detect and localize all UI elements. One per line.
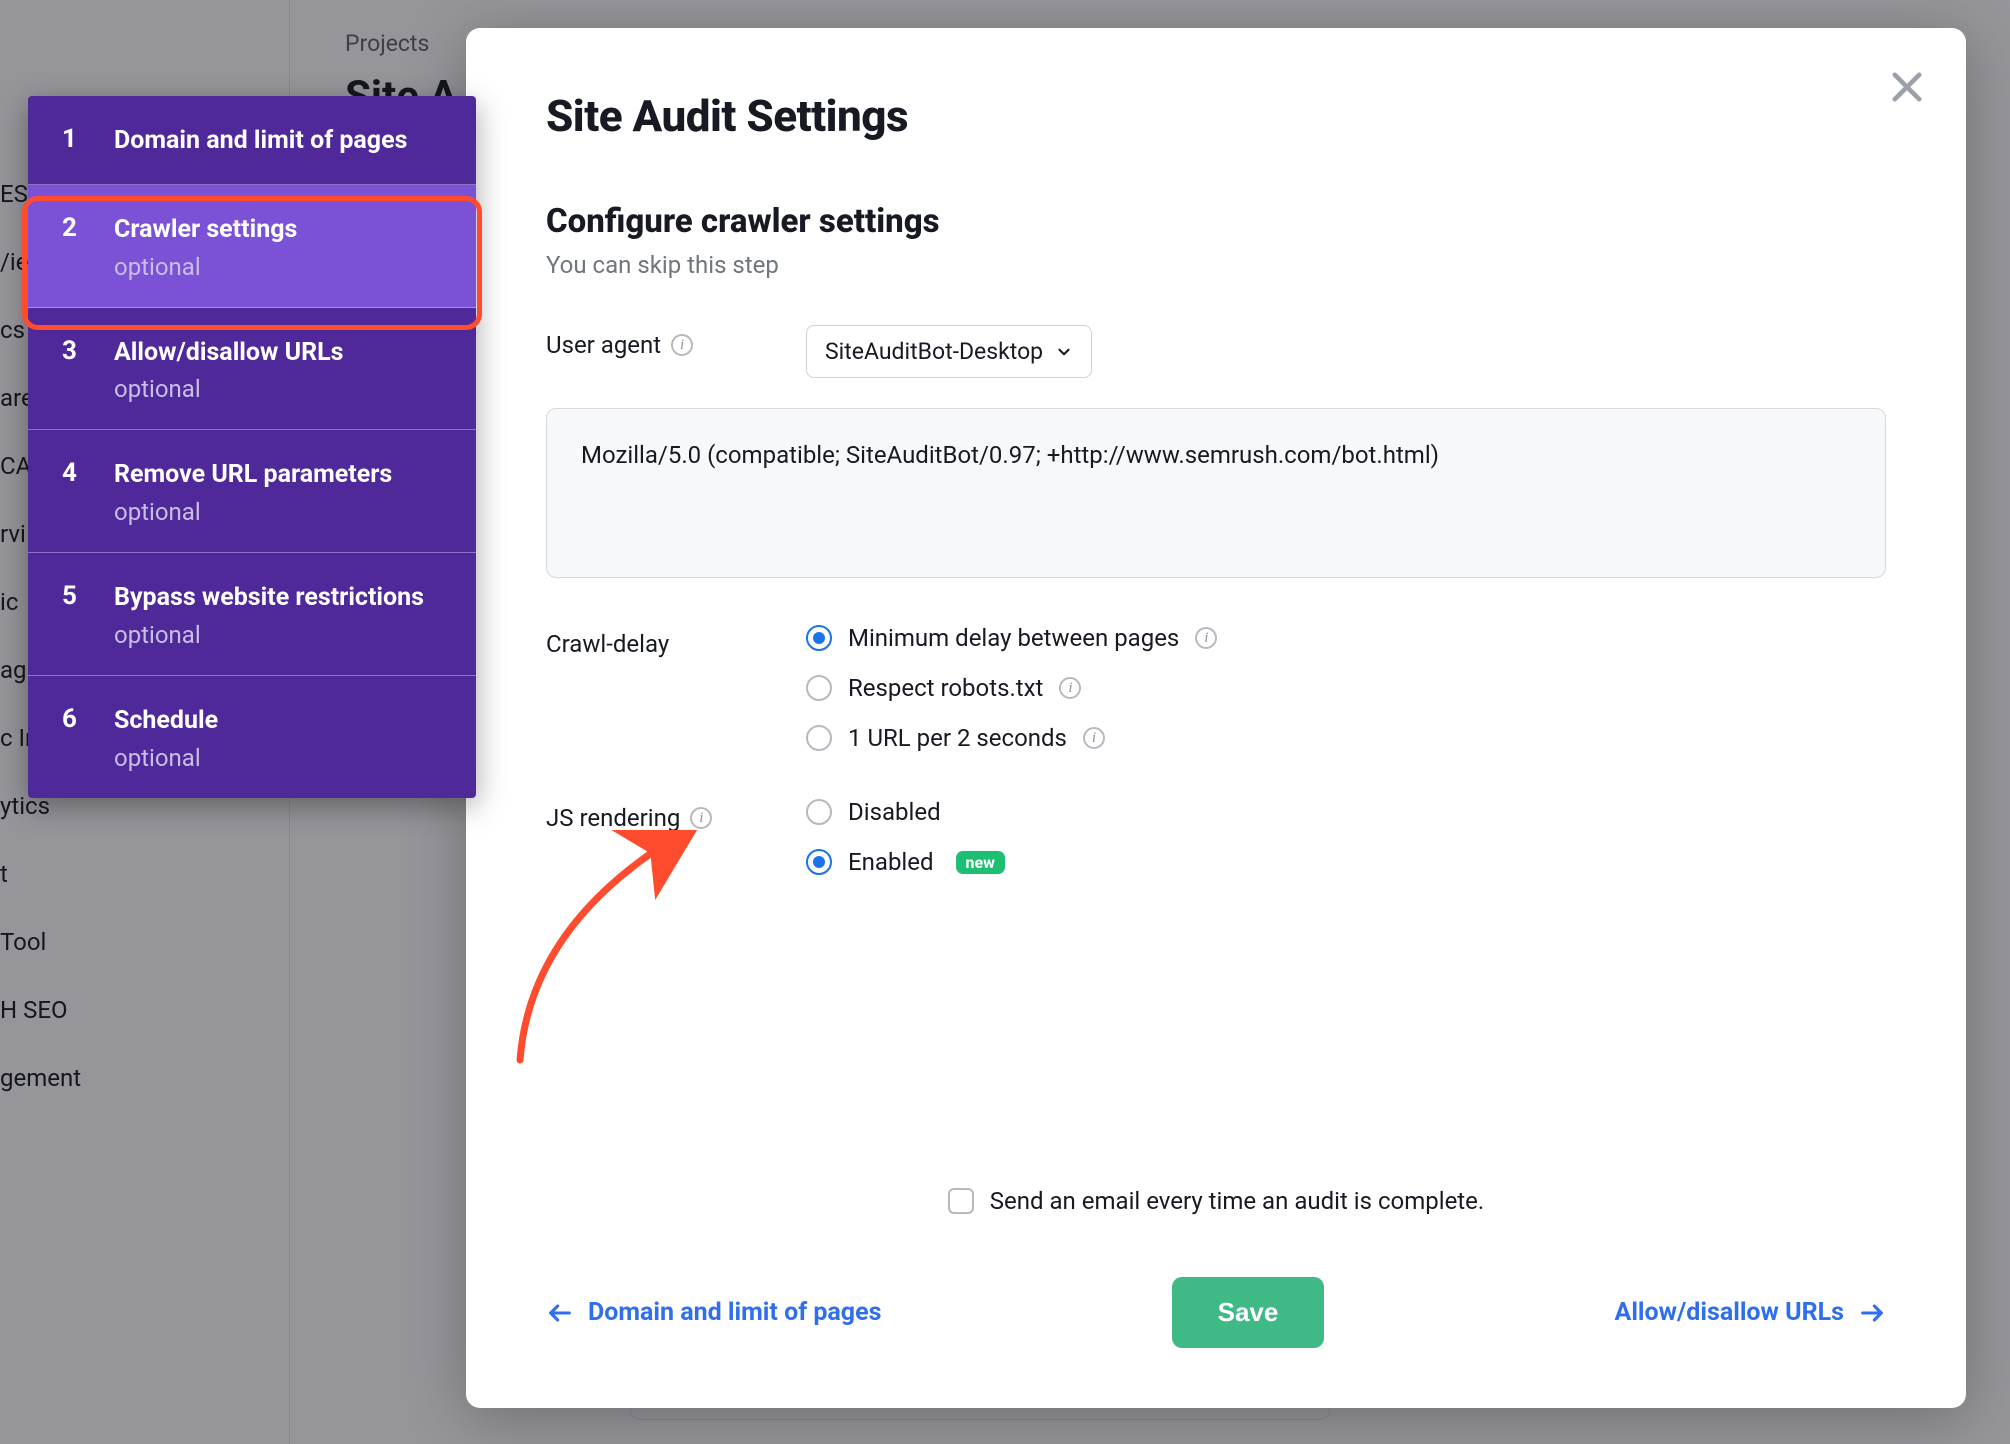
save-button[interactable]: Save	[1172, 1277, 1325, 1348]
new-badge: new	[956, 851, 1005, 874]
radio-label: Enabled	[848, 848, 934, 876]
email-checkbox[interactable]	[948, 1188, 974, 1214]
info-icon[interactable]: i	[690, 807, 712, 829]
radio-label: 1 URL per 2 seconds	[848, 724, 1067, 752]
step-optional: optional	[114, 375, 442, 403]
step-number: 5	[62, 581, 86, 649]
user-agent-label-text: User agent	[546, 331, 661, 359]
js-rendering-options: Disabled Enabled new	[806, 798, 1886, 876]
crawl-delay-label: Crawl-delay	[546, 624, 776, 658]
step-name: Schedule	[114, 704, 442, 738]
modal-footer: Send an email every time an audit is com…	[546, 1277, 1886, 1348]
next-step-link[interactable]: Allow/disallow URLs	[1615, 1298, 1886, 1327]
row-js-rendering: JS rendering i Disabled Enabled new	[546, 798, 1886, 876]
step-number: 4	[62, 458, 86, 526]
crawl-delay-label-text: Crawl-delay	[546, 630, 669, 658]
wizard-step[interactable]: 5 Bypass website restrictions optional	[28, 553, 476, 676]
crawl-delay-radio[interactable]: 1 URL per 2 seconds i	[806, 724, 1886, 752]
email-label: Send an email every time an audit is com…	[990, 1187, 1484, 1215]
step-optional: optional	[114, 498, 442, 526]
step-name: Crawler settings	[114, 213, 442, 247]
modal-title: Site Audit Settings	[546, 90, 1886, 142]
settings-modal: Site Audit Settings Configure crawler se…	[466, 28, 1966, 1408]
js-radio[interactable]: Enabled new	[806, 848, 1886, 876]
js-rendering-label: JS rendering i	[546, 798, 776, 832]
step-name: Bypass website restrictions	[114, 581, 442, 615]
step-name: Remove URL parameters	[114, 458, 442, 492]
crawl-delay-radio[interactable]: Respect robots.txt i	[806, 674, 1886, 702]
close-icon[interactable]	[1886, 66, 1928, 108]
prev-step-label: Domain and limit of pages	[588, 1298, 881, 1327]
step-optional: optional	[114, 744, 442, 772]
section-title: Configure crawler settings	[546, 202, 1886, 241]
chevron-down-icon	[1055, 343, 1073, 361]
email-row: Send an email every time an audit is com…	[546, 1187, 1886, 1215]
info-icon[interactable]: i	[671, 334, 693, 356]
info-icon[interactable]: i	[1059, 677, 1081, 699]
arrow-right-icon	[1858, 1299, 1886, 1327]
radio-label: Minimum delay between pages	[848, 624, 1179, 652]
step-number: 1	[62, 124, 86, 158]
wizard-step[interactable]: 4 Remove URL parameters optional	[28, 430, 476, 553]
user-agent-value: SiteAuditBot-Desktop	[825, 338, 1043, 365]
section-hint: You can skip this step	[546, 251, 1886, 279]
step-name: Allow/disallow URLs	[114, 336, 442, 370]
radio-icon	[806, 725, 832, 751]
arrow-left-icon	[546, 1299, 574, 1327]
wizard-step[interactable]: 2 Crawler settings optional	[28, 185, 476, 308]
user-agent-string-box: Mozilla/5.0 (compatible; SiteAuditBot/0.…	[546, 408, 1886, 578]
next-step-label: Allow/disallow URLs	[1615, 1298, 1844, 1327]
step-number: 6	[62, 704, 86, 772]
wizard-step[interactable]: 1 Domain and limit of pages	[28, 96, 476, 185]
info-icon[interactable]: i	[1195, 627, 1217, 649]
radio-icon	[806, 675, 832, 701]
step-name: Domain and limit of pages	[114, 124, 442, 158]
js-radio[interactable]: Disabled	[806, 798, 1886, 826]
radio-icon	[806, 849, 832, 875]
row-user-agent: User agent i SiteAuditBot-Desktop	[546, 325, 1886, 378]
wizard-stepper: 1 Domain and limit of pages 2 Crawler se…	[28, 96, 476, 798]
step-number: 2	[62, 213, 86, 281]
crawl-delay-radio[interactable]: Minimum delay between pages i	[806, 624, 1886, 652]
js-rendering-label-text: JS rendering	[546, 804, 680, 832]
prev-step-link[interactable]: Domain and limit of pages	[546, 1298, 881, 1327]
wizard-step[interactable]: 3 Allow/disallow URLs optional	[28, 308, 476, 431]
step-number: 3	[62, 336, 86, 404]
user-agent-label: User agent i	[546, 325, 776, 359]
step-optional: optional	[114, 621, 442, 649]
info-icon[interactable]: i	[1083, 727, 1105, 749]
radio-icon	[806, 625, 832, 651]
row-crawl-delay: Crawl-delay Minimum delay between pages …	[546, 624, 1886, 752]
radio-label: Respect robots.txt	[848, 674, 1043, 702]
step-optional: optional	[114, 253, 442, 281]
crawl-delay-options: Minimum delay between pages i Respect ro…	[806, 624, 1886, 752]
user-agent-select[interactable]: SiteAuditBot-Desktop	[806, 325, 1092, 378]
radio-label: Disabled	[848, 798, 941, 826]
radio-icon	[806, 799, 832, 825]
wizard-step[interactable]: 6 Schedule optional	[28, 676, 476, 798]
